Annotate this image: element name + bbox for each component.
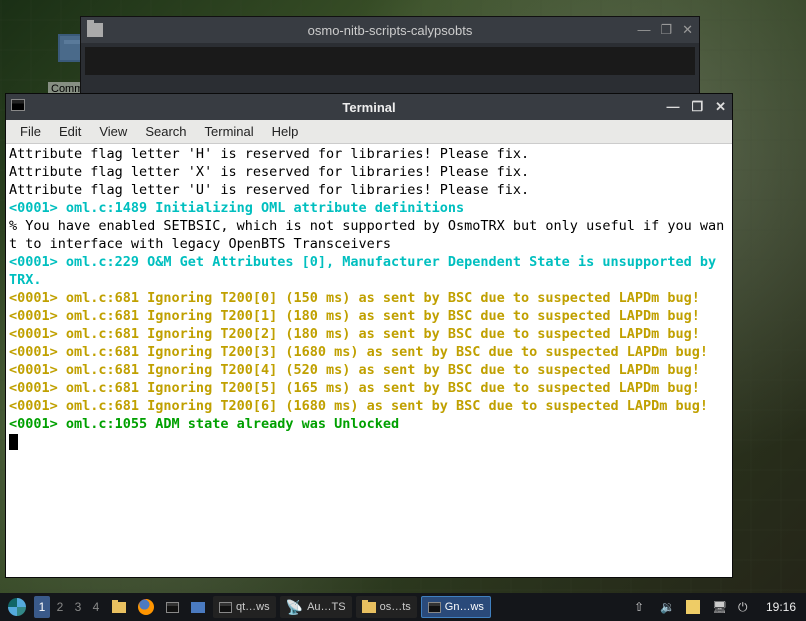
terminal-window: Terminal — ❐ ✕ FileEditViewSearchTermina… <box>5 93 733 578</box>
terminal-line: <0001> oml.c:681 Ignoring T200[4] (520 m… <box>9 361 729 379</box>
power-icon: ⏻ <box>738 600 752 614</box>
terminal-line: Attribute flag letter 'U' is reserved fo… <box>9 181 729 199</box>
terminal-line: Attribute flag letter 'X' is reserved fo… <box>9 163 729 181</box>
terminal-line: <0001> oml.c:681 Ignoring T200[6] (1680 … <box>9 397 729 415</box>
taskbar-clock[interactable]: 19:16 <box>760 600 802 614</box>
filemanager-titlebar[interactable]: osmo-nitb-scripts-calypsobts — ❐ ✕ <box>81 17 699 43</box>
menu-edit[interactable]: Edit <box>51 122 89 141</box>
close-button[interactable]: ✕ <box>715 99 726 115</box>
taskbar-task[interactable]: os…ts <box>356 596 417 618</box>
terminal-line: <0001> oml.c:229 O&M Get Attributes [0],… <box>9 253 729 289</box>
workspace-4[interactable]: 4 <box>88 596 104 618</box>
terminal-line: <0001> oml.c:681 Ignoring T200[3] (1680 … <box>9 343 729 361</box>
terminal-icon <box>11 99 25 111</box>
tray-display-icon[interactable]: 🖥 <box>708 596 730 618</box>
distro-logo-icon <box>8 598 26 616</box>
firefox-icon <box>138 599 154 615</box>
terminal-output[interactable]: Attribute flag letter 'H' is reserved fo… <box>6 144 732 577</box>
terminal-line: <0001> oml.c:681 Ignoring T200[1] (180 m… <box>9 307 729 325</box>
menu-help[interactable]: Help <box>264 122 307 141</box>
notes-icon <box>686 600 700 614</box>
menu-file[interactable]: File <box>12 122 49 141</box>
filemanager-window: osmo-nitb-scripts-calypsobts — ❐ ✕ <box>80 16 700 101</box>
task-label: Gn…ws <box>445 601 484 613</box>
antenna-icon: 📡 <box>286 599 303 616</box>
task-label: os…ts <box>380 601 411 613</box>
taskbar-task[interactable]: Gn…ws <box>421 596 491 618</box>
start-menu-button[interactable] <box>4 596 30 618</box>
arrow-up-icon: ⇧ <box>634 600 648 614</box>
folder-icon <box>362 602 376 613</box>
terminal-line: <0001> oml.c:1489 Initializing OML attri… <box>9 199 729 217</box>
task-label: qt…ws <box>236 601 270 613</box>
terminal-titlebar[interactable]: Terminal — ❐ ✕ <box>6 94 732 120</box>
menu-view[interactable]: View <box>91 122 135 141</box>
folder-icon <box>112 602 126 613</box>
terminal-title: Terminal <box>342 100 395 115</box>
tray-updates-icon[interactable]: ⇧ <box>630 596 652 618</box>
terminal-launcher[interactable] <box>162 596 183 618</box>
minimize-button[interactable]: — <box>666 99 679 115</box>
taskbar-task[interactable]: 📡 Au…TS <box>280 596 352 618</box>
terminal-line: <0001> oml.c:1055 ADM state already was … <box>9 415 729 433</box>
terminal-line: <0001> oml.c:681 Ignoring T200[0] (150 m… <box>9 289 729 307</box>
task-label: Au…TS <box>307 601 346 613</box>
close-button[interactable]: ✕ <box>682 22 693 38</box>
terminal-line: <0001> oml.c:681 Ignoring T200[5] (165 m… <box>9 379 729 397</box>
desktop-icon <box>191 602 205 613</box>
terminal-icon <box>428 602 441 613</box>
terminal-icon <box>219 602 232 613</box>
workspace-3[interactable]: 3 <box>70 596 86 618</box>
tray-notes-icon[interactable] <box>682 596 704 618</box>
terminal-line: <0001> oml.c:681 Ignoring T200[2] (180 m… <box>9 325 729 343</box>
firefox-launcher[interactable] <box>134 596 158 618</box>
terminal-cursor <box>9 434 18 450</box>
menu-search[interactable]: Search <box>137 122 194 141</box>
tray-volume-icon[interactable]: 🔉 <box>656 596 678 618</box>
speaker-icon: 🔉 <box>660 600 674 614</box>
maximize-button[interactable]: ❐ <box>691 99 703 115</box>
minimize-button[interactable]: — <box>637 22 650 38</box>
filemanager-launcher[interactable] <box>108 596 130 618</box>
terminal-menubar: FileEditViewSearchTerminalHelp <box>6 120 732 144</box>
terminal-line: % You have enabled SETBSIC, which is not… <box>9 217 729 253</box>
menu-terminal[interactable]: Terminal <box>197 122 262 141</box>
filemanager-title: osmo-nitb-scripts-calypsobts <box>308 23 473 38</box>
display-icon: 🖥 <box>712 600 726 614</box>
maximize-button[interactable]: ❐ <box>660 22 672 38</box>
workspace-1[interactable]: 1 <box>34 596 50 618</box>
terminal-line: Attribute flag letter 'H' is reserved fo… <box>9 145 729 163</box>
taskbar: 1234 qt…ws 📡 Au…TS os…ts Gn…ws ⇧ 🔉 🖥 ⏻ 19:16 <box>0 593 806 621</box>
show-desktop-button[interactable] <box>187 596 209 618</box>
folder-icon <box>87 23 103 37</box>
filemanager-toolbar <box>85 47 695 75</box>
workspace-2[interactable]: 2 <box>52 596 68 618</box>
terminal-icon <box>166 602 179 613</box>
tray-power-icon[interactable]: ⏻ <box>734 596 756 618</box>
taskbar-task[interactable]: qt…ws <box>213 596 276 618</box>
